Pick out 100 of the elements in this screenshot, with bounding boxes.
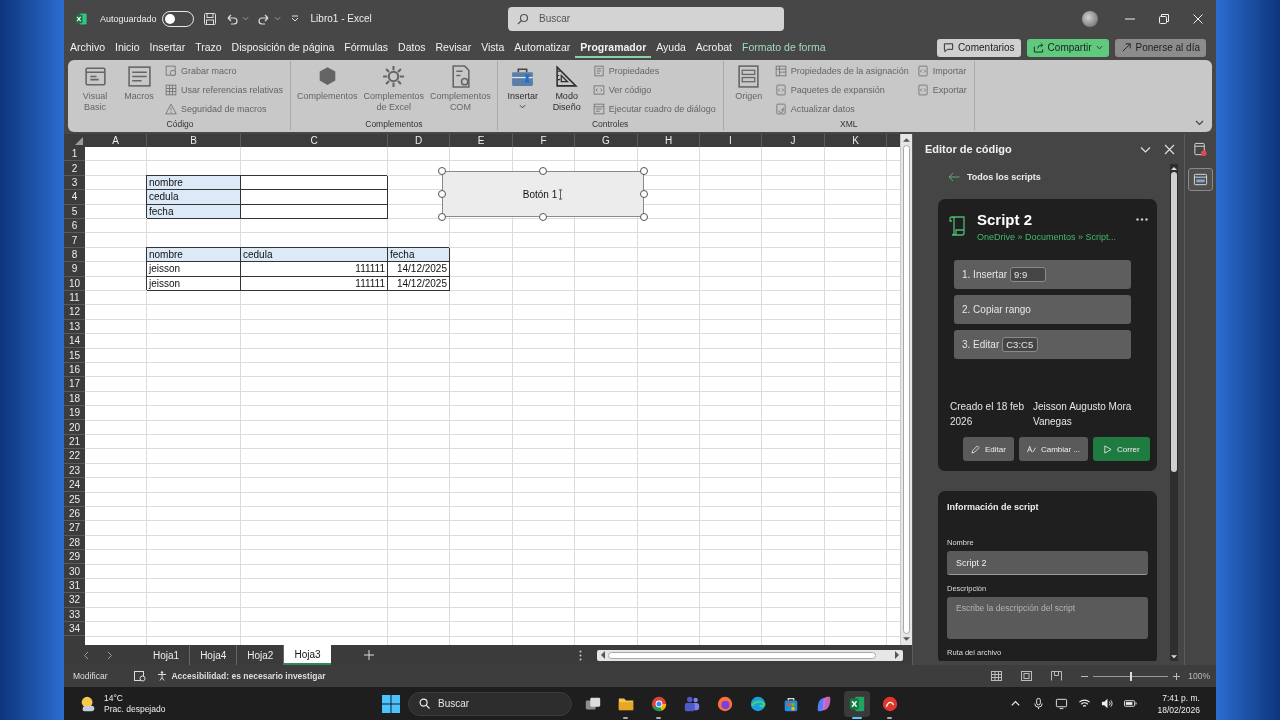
back-link[interactable]: Todos los scripts [967, 172, 1041, 182]
menu-tab[interactable]: Insertar [144, 37, 191, 58]
page-layout-icon[interactable] [1021, 671, 1033, 681]
run-button[interactable]: Correr [1093, 437, 1150, 461]
battery-icon[interactable] [1124, 697, 1138, 710]
sheet-tab[interactable]: Hoja3 [284, 645, 331, 665]
normal-view-icon[interactable] [991, 671, 1003, 681]
menu-tab[interactable]: Fórmulas [339, 37, 394, 58]
description-field[interactable]: Escribe la descripción del script [947, 597, 1148, 639]
comments-button[interactable]: Comentarios [936, 38, 1021, 57]
menu-tab[interactable]: Revisar [430, 37, 477, 58]
customize-menu-icon[interactable] [290, 15, 299, 22]
start-icon[interactable] [382, 694, 400, 713]
clock-time[interactable]: 7:41 p. m. [1162, 691, 1200, 704]
weather-condition[interactable]: Prac. despejado [104, 703, 166, 715]
horizontal-scrollbar[interactable] [596, 649, 903, 661]
wifi-icon[interactable] [1078, 697, 1092, 710]
menu-tab[interactable]: Automatizar [509, 37, 576, 58]
row-header[interactable]: 7 [64, 233, 85, 248]
resize-handle[interactable] [438, 213, 446, 221]
row-header[interactable]: 12 [64, 305, 85, 320]
row-header[interactable]: 27 [64, 521, 85, 536]
more-icon[interactable] [1136, 218, 1148, 221]
chevron-left-icon[interactable] [83, 650, 89, 660]
menu-tab[interactable]: Disposición de página [226, 37, 340, 58]
accessibility-icon[interactable] [157, 671, 168, 681]
select-all-icon[interactable] [75, 137, 83, 145]
script-step[interactable]: 1. Insertar 9:9 [954, 260, 1131, 289]
scroll-thumb[interactable] [607, 651, 876, 659]
scroll-right-icon[interactable] [894, 651, 900, 659]
row-header[interactable]: 1 [64, 147, 85, 162]
script-step[interactable]: 3. Editar C3:C5 [954, 330, 1131, 359]
restore-icon[interactable] [1159, 13, 1169, 24]
vertical-scrollbar[interactable] [900, 134, 912, 645]
avatar-icon[interactable] [1082, 10, 1098, 27]
row-header[interactable]: 20 [64, 420, 85, 435]
row-header[interactable]: 25 [64, 492, 85, 507]
search-field[interactable]: Buscar [508, 6, 784, 31]
ribbon-button[interactable]: Insertar [501, 61, 544, 109]
volume-icon[interactable] [1101, 697, 1115, 710]
script-step[interactable]: 2. Copiar rango [954, 295, 1131, 324]
menu-tab[interactable]: Datos [393, 37, 431, 58]
scroll-down-icon[interactable] [903, 637, 910, 642]
screen-icon[interactable] [1055, 697, 1069, 710]
row-header[interactable]: 22 [64, 449, 85, 464]
form-button[interactable]: Botón 1 [442, 171, 644, 217]
more-vertical-icon[interactable] [578, 649, 582, 661]
menu-tab[interactable]: Acrobat [690, 37, 738, 58]
panel-scrollbar[interactable] [1170, 164, 1178, 661]
macro-record-icon[interactable] [134, 670, 147, 682]
row-header[interactable]: 32 [64, 593, 85, 608]
zoom-thumb[interactable] [1129, 671, 1132, 681]
row-header[interactable]: 9 [64, 262, 85, 277]
microphone-icon[interactable] [1032, 697, 1046, 710]
scroll-thumb[interactable] [1171, 172, 1177, 472]
side-tool-button[interactable] [1188, 168, 1213, 191]
scroll-up-icon[interactable] [903, 137, 910, 142]
menu-tab[interactable]: Formato de forma [737, 37, 831, 58]
taskbar-search-field[interactable]: Buscar [408, 691, 572, 716]
menu-tab[interactable]: Programador [575, 37, 652, 58]
name-field[interactable]: Script 2 [947, 551, 1148, 575]
edit-button[interactable]: Editar [963, 437, 1014, 461]
row-header[interactable]: 4 [64, 190, 85, 205]
clock-date[interactable]: 18/02/2026 [1157, 703, 1200, 716]
menu-tab[interactable]: Vista [476, 37, 510, 58]
add-icon[interactable] [363, 650, 374, 660]
resize-handle[interactable] [640, 213, 648, 221]
resize-handle[interactable] [438, 190, 446, 198]
scroll-thumb[interactable] [903, 145, 910, 634]
catch-up-button[interactable]: Ponerse al día [1114, 38, 1206, 57]
temperature[interactable]: 14°C [104, 692, 123, 704]
menu-tab[interactable]: Archivo [65, 37, 110, 58]
row-header[interactable]: 15 [64, 348, 85, 363]
row-header[interactable]: 14 [64, 334, 85, 349]
row-header[interactable]: 19 [64, 406, 85, 421]
zoom-level[interactable]: 100% [1188, 671, 1210, 681]
chevron-right-icon[interactable] [107, 650, 113, 660]
spreadsheet-icon[interactable] [843, 690, 870, 717]
breadcrumb-link[interactable]: OneDrive » Documentos » Script... [977, 232, 1136, 242]
row-header[interactable]: 30 [64, 564, 85, 579]
resize-handle[interactable] [539, 167, 547, 175]
menu-tab[interactable]: Ayuda [651, 37, 691, 58]
menu-tab[interactable]: Trazo [190, 37, 227, 58]
rename-button[interactable]: Cambiar ... [1018, 437, 1089, 461]
close-icon[interactable] [1164, 143, 1175, 155]
zoom-in-icon[interactable] [1173, 672, 1181, 680]
menu-tab[interactable]: Inicio [110, 37, 145, 58]
scroll-left-icon[interactable] [599, 651, 605, 659]
chevron-down-icon[interactable] [1195, 120, 1204, 126]
row-header[interactable]: 2 [64, 161, 85, 176]
row-header[interactable]: 17 [64, 377, 85, 392]
input-field[interactable] [241, 190, 388, 205]
back-arrow-icon[interactable] [948, 172, 960, 182]
close-icon[interactable] [1193, 13, 1203, 24]
scroll-up-icon[interactable] [1171, 166, 1177, 170]
accessibility-status[interactable]: Accesibilidad: es necesario investigar [171, 671, 326, 681]
save-icon[interactable] [202, 11, 217, 26]
input-field[interactable] [241, 204, 388, 219]
resize-handle[interactable] [539, 213, 547, 221]
share-button[interactable]: Compartir [1026, 38, 1109, 57]
